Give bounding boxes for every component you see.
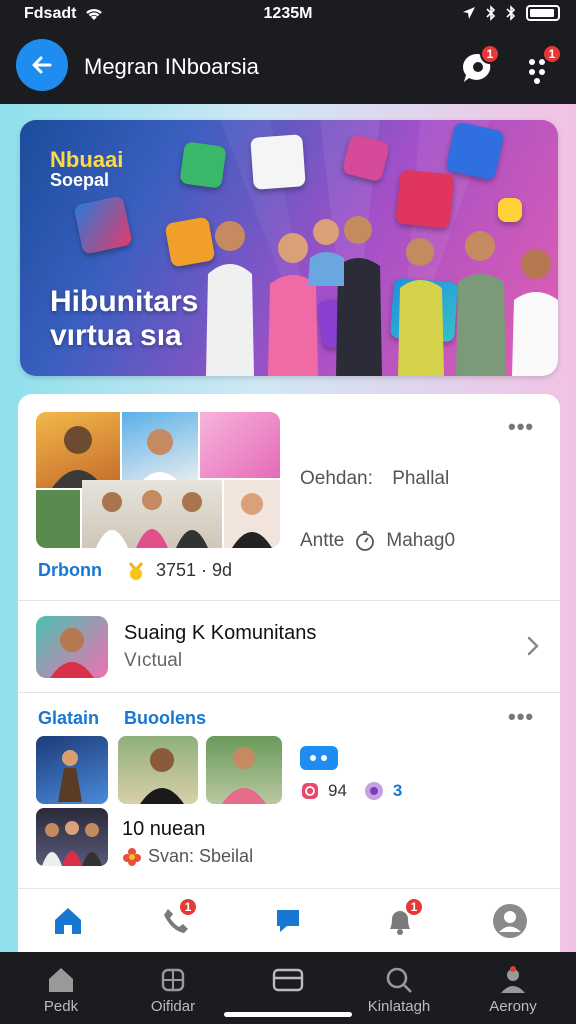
stats-row: Drbonn 3751 · 9d	[38, 560, 232, 581]
play-dots-icon	[310, 755, 327, 761]
arrow-left-icon	[32, 56, 52, 74]
person-icon	[501, 966, 525, 993]
nav-item-pedk[interactable]: Pedk	[6, 962, 116, 1015]
cube-icon	[161, 968, 185, 992]
hero-banner[interactable]: Nbuaai Soepal Hibunitars vırtua sıa	[20, 120, 558, 376]
stat-value: 3751 · 9d	[155, 560, 233, 580]
profile-icon	[493, 904, 527, 938]
post-photo[interactable]	[36, 808, 108, 866]
collage-photo	[36, 490, 80, 548]
nav-item-oifidar[interactable]: Oifidar	[118, 962, 228, 1015]
back-button[interactable]	[16, 39, 68, 91]
post-title: 10 nuean	[122, 818, 206, 840]
post-photo[interactable]	[118, 736, 198, 804]
home-icon	[55, 908, 81, 934]
post-subtitle-row: Svan: Sbeilal	[122, 846, 253, 867]
location-arrow-icon	[463, 7, 475, 19]
meta-value: Phallal	[392, 468, 450, 489]
app-header: Megran INboarsia 1 1	[0, 32, 576, 102]
chat-notification-button[interactable]: 1	[458, 44, 500, 88]
collage-photo	[36, 412, 120, 488]
meta-label: Antte	[300, 530, 345, 551]
card-icon	[272, 968, 304, 992]
app-cube-icon	[250, 134, 306, 190]
app-cube-icon	[445, 121, 505, 181]
tab-calls[interactable]: 1	[156, 897, 198, 941]
search-icon	[386, 967, 412, 993]
nav-label: Aerony	[489, 998, 537, 1015]
tab-notifications[interactable]: 1	[380, 897, 424, 941]
medal-icon	[128, 561, 144, 580]
community-thumbnail	[36, 616, 108, 678]
content-card: ••• Oehdan: Phallal Antte Mahag0 Drbonn …	[18, 394, 560, 954]
chat-icon	[277, 910, 299, 932]
reaction-count: 94	[328, 781, 347, 800]
app-cube-icon	[179, 141, 227, 189]
more-options-button[interactable]: •••	[508, 414, 534, 440]
reaction-count: 3	[392, 781, 403, 800]
calls-badge: 1	[178, 897, 198, 917]
nav-item-kinlatagh[interactable]: Kinlatagh	[344, 962, 454, 1015]
meta-label: Oehdan:	[300, 468, 373, 489]
notification-badge: 1	[480, 44, 500, 64]
divider	[18, 692, 560, 693]
instagram-icon[interactable]	[300, 781, 320, 801]
chevron-right-icon[interactable]	[524, 634, 542, 658]
collage-photo	[82, 480, 222, 548]
status-bar: Fdsadt 1235M	[0, 0, 576, 30]
nav-label: Pedk	[43, 998, 79, 1015]
live-chip[interactable]	[300, 746, 338, 770]
sticker-icon[interactable]	[363, 780, 385, 802]
banner-logo-line2: Soepal	[50, 170, 110, 191]
photo-collage[interactable]	[36, 412, 280, 548]
meta-row: Antte Mahag0	[300, 530, 455, 552]
banner-logo: Nbuaai Soepal	[50, 148, 123, 190]
meta-row: Oehdan: Phallal	[300, 468, 449, 490]
bluetooth-icon	[486, 5, 496, 21]
page-title: Megran INboarsia	[84, 54, 259, 79]
collage-photo	[224, 480, 280, 548]
community-title: Suaing K Komunitans	[124, 622, 317, 644]
post-photo[interactable]	[206, 736, 282, 804]
flower-icon	[123, 847, 141, 866]
home-indicator[interactable]	[224, 1012, 352, 1017]
community-subtitle: Vıctual	[124, 650, 183, 671]
top-bar: Fdsadt 1235M Megran INboarsia 1 1	[0, 0, 576, 104]
post-photo[interactable]	[36, 736, 108, 804]
tab-home[interactable]	[48, 901, 88, 941]
nav-item-aerony[interactable]: Aerony	[458, 962, 568, 1015]
app-tab-bar: 1 1	[18, 888, 560, 952]
alerts-badge: 1	[404, 897, 424, 917]
app-cube-icon	[73, 195, 133, 255]
clock: 1235M	[263, 5, 313, 22]
nav-item-wallet[interactable]	[233, 962, 343, 998]
bluetooth-icon-2	[506, 5, 516, 21]
tab-profile[interactable]	[490, 901, 530, 941]
banner-headline: Hibunitars vırtua sıa	[50, 285, 198, 352]
tab-messages[interactable]	[268, 901, 308, 941]
people-illustration	[206, 216, 558, 376]
collage-photo	[200, 412, 280, 478]
banner-headline-line2: vırtua sıa	[50, 318, 182, 352]
banner-headline-line1: Hibunitars	[50, 285, 199, 318]
menu-badge: 1	[542, 44, 562, 64]
tab-glatain[interactable]: Glatain	[38, 708, 99, 729]
battery-icon	[526, 5, 560, 21]
menu-button[interactable]: 1	[522, 44, 562, 88]
post-subtitle: Svan: Sbeilal	[148, 846, 254, 866]
reactions-row: 94 3	[300, 746, 403, 802]
banner-logo-line1: Nbuaai	[50, 147, 124, 172]
section-more-button[interactable]: •••	[508, 704, 534, 730]
nav-label: Kinlatagh	[367, 998, 431, 1015]
timer-icon	[356, 531, 375, 551]
home-icon	[49, 968, 73, 992]
collage-photo	[122, 412, 198, 488]
tab-buoolens[interactable]: Buoolens	[124, 708, 206, 729]
nav-label: Oifidar	[150, 998, 196, 1015]
meta-value: Mahag0	[386, 530, 456, 551]
stat-name: Drbonn	[38, 560, 102, 580]
